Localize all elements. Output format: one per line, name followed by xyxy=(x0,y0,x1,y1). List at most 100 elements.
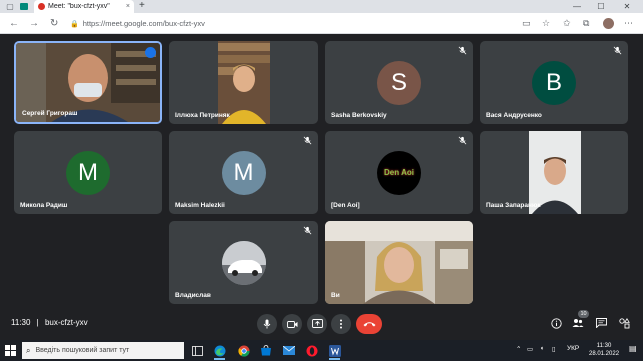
meet-controls-bar: 11:30 | bux-cfzt-yxv 10 xyxy=(0,305,643,340)
mail-app-icon[interactable] xyxy=(281,343,296,358)
mic-button[interactable] xyxy=(257,314,277,334)
hangup-icon xyxy=(363,322,375,327)
volume-icon[interactable]: ◖ xyxy=(540,345,544,352)
meeting-code: bux-cfzt-yxv xyxy=(44,318,88,327)
meeting-details: 11:30 | bux-cfzt-yxv xyxy=(11,318,88,327)
participant-name: Вася Андрусенко xyxy=(486,112,542,119)
word-app-icon[interactable] xyxy=(327,343,342,360)
participant-name: Паша Запаранюк xyxy=(486,202,541,209)
people-icon xyxy=(572,319,584,327)
back-icon[interactable]: ← xyxy=(9,18,19,29)
task-view-icon[interactable] xyxy=(190,343,205,358)
collections-icon[interactable]: ⧉ xyxy=(583,18,589,29)
tab-meet[interactable]: Meet: "bux-cfzt-yxv" × xyxy=(34,0,134,13)
participants-button[interactable] xyxy=(571,316,585,330)
avatar: M xyxy=(66,150,110,195)
activities-button[interactable] xyxy=(617,316,631,330)
new-tab-button[interactable]: + xyxy=(139,0,145,12)
taskbar-clock[interactable]: 11:30 28.01.2022 xyxy=(589,342,619,358)
url-field[interactable]: 🔒 https://meet.google.com/bux-cfzt-yxv xyxy=(70,16,510,31)
meeting-time: 11:30 xyxy=(11,318,31,327)
participant-tile[interactable]: Паша Запаранюк xyxy=(480,131,628,214)
participant-tile[interactable]: S Sasha Berkovskiy xyxy=(325,41,473,124)
chat-button[interactable] xyxy=(594,316,608,330)
avatar[interactable] xyxy=(603,18,614,29)
store-app-icon[interactable] xyxy=(258,343,273,358)
participant-tile[interactable]: Владислав xyxy=(169,221,318,304)
avatar: B xyxy=(532,60,576,105)
windows-start-icon[interactable] xyxy=(5,345,16,356)
clock-time: 11:30 xyxy=(596,343,612,349)
input-language-indicator[interactable]: УКР xyxy=(567,345,579,352)
meeting-info-button[interactable] xyxy=(549,316,563,330)
mic-off-icon xyxy=(458,136,467,145)
taskbar-search-input[interactable]: ⌕ Введіть пошуковий запит тут xyxy=(22,342,184,359)
more-icon[interactable]: ⋯ xyxy=(624,18,633,29)
participant-name: Іллюха Петриняк xyxy=(175,112,230,119)
maximize-button[interactable]: ☐ xyxy=(590,0,612,13)
search-placeholder: Введіть пошуковий запит тут xyxy=(35,347,130,354)
participant-name: [Den Aoi] xyxy=(331,202,360,209)
participant-tile[interactable]: Ви xyxy=(325,221,473,304)
participant-tile[interactable]: B Вася Андрусенко xyxy=(480,41,628,124)
notifications-icon[interactable]: ▤ xyxy=(629,344,637,353)
avatar: S xyxy=(377,60,421,105)
camera-icon[interactable]: ▭ xyxy=(522,18,531,29)
opera-app-icon[interactable] xyxy=(304,343,319,358)
lock-icon: 🔒 xyxy=(70,20,79,28)
participant-tile[interactable]: Den Aoi [Den Aoi] xyxy=(325,131,473,214)
speaking-indicator-icon xyxy=(145,47,156,58)
tab-title: Meet: "bux-cfzt-yxv" xyxy=(48,3,110,10)
address-bar-row: ← → ↻ 🔒 https://meet.google.com/bux-cfzt… xyxy=(0,13,643,34)
more-vert-icon xyxy=(340,319,342,329)
present-button[interactable] xyxy=(307,314,327,334)
mic-off-icon xyxy=(303,136,312,145)
camera-icon xyxy=(286,320,297,328)
mic-off-icon xyxy=(458,46,467,55)
recording-icon xyxy=(38,3,45,10)
network-icon[interactable]: ▭ xyxy=(527,345,533,353)
meet-stage: Сергей Григораш Іллюха Петриняк S Sasha … xyxy=(0,34,643,340)
tab-actions-icon[interactable]: ▢ xyxy=(4,1,16,12)
edge-app-icon[interactable] xyxy=(212,343,227,360)
minimize-button[interactable]: — xyxy=(566,0,588,13)
end-call-button[interactable] xyxy=(356,314,382,334)
chat-icon xyxy=(595,318,607,328)
mic-off-icon xyxy=(303,226,312,235)
participant-tile[interactable]: M Микола Радиш xyxy=(14,131,162,214)
mic-off-icon xyxy=(613,46,622,55)
reload-icon[interactable]: ↻ xyxy=(50,18,58,29)
tab-close-icon[interactable]: × xyxy=(126,3,130,10)
participant-name: Sasha Berkovskiy xyxy=(331,112,387,119)
pinned-tab-icon[interactable] xyxy=(18,1,30,12)
tray-expand-icon[interactable]: ⌃ xyxy=(516,345,521,353)
windows-taskbar: ⌕ Введіть пошуковий запит тут ⌃ ▭ ◖ ▯ УК… xyxy=(0,340,643,361)
present-icon xyxy=(311,319,323,328)
avatar: M xyxy=(221,150,266,195)
mic-icon xyxy=(263,319,271,329)
participant-tile[interactable]: M Maksim Halezkii xyxy=(169,131,318,214)
shapes-icon xyxy=(618,317,630,328)
participant-video xyxy=(325,221,473,304)
favorite-icon[interactable]: ☆ xyxy=(542,18,550,29)
url-text: https://meet.google.com/bux-cfzt-yxv xyxy=(82,19,205,28)
participant-tile[interactable]: Сергей Григораш xyxy=(14,41,162,124)
forward-icon[interactable]: → xyxy=(29,18,39,29)
participant-tile[interactable]: Іллюха Петриняк xyxy=(169,41,318,124)
separator: | xyxy=(36,318,39,327)
chrome-app-icon[interactable] xyxy=(236,343,251,358)
more-options-button[interactable] xyxy=(331,314,351,334)
favorites-bar-icon[interactable]: ✩ xyxy=(563,18,571,29)
browser-tab-bar: ▢ Meet: "bux-cfzt-yxv" × + — ☐ ✕ xyxy=(0,0,643,13)
participant-name: Maksim Halezkii xyxy=(175,202,225,209)
avatar: Den Aoi xyxy=(377,150,421,195)
participant-name: Владислав xyxy=(175,292,211,299)
participant-name: Ви xyxy=(331,292,340,299)
participant-name: Микола Радиш xyxy=(20,202,68,209)
info-icon xyxy=(550,317,562,329)
camera-button[interactable] xyxy=(282,314,302,334)
clock-date: 28.01.2022 xyxy=(589,351,620,357)
battery-icon[interactable]: ▯ xyxy=(552,345,556,353)
close-window-button[interactable]: ✕ xyxy=(616,0,638,13)
search-icon: ⌕ xyxy=(26,345,31,355)
